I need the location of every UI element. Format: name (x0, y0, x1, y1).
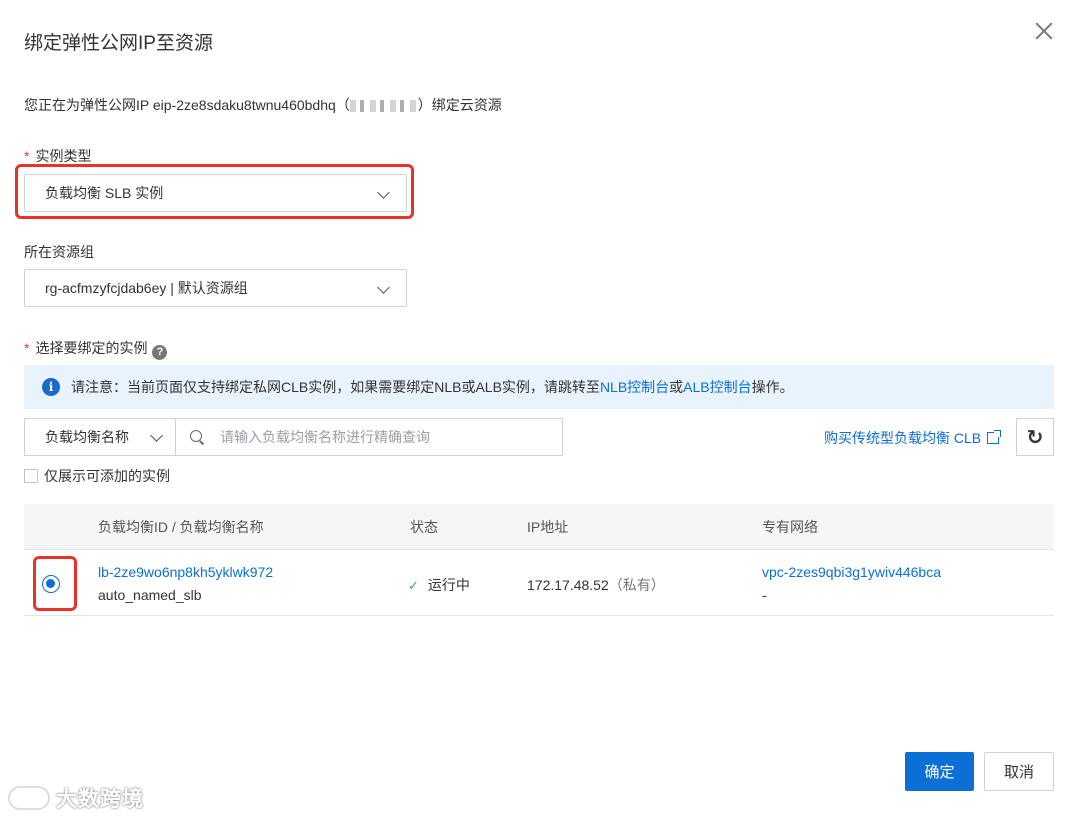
refresh-button[interactable]: ↻ (1016, 418, 1054, 456)
info-icon: i (42, 378, 60, 396)
external-link-icon (987, 430, 1002, 444)
search-box (175, 418, 563, 456)
ip-note: （私有） (608, 577, 665, 593)
close-icon[interactable] (1031, 18, 1057, 44)
notice-banner: i 请注意：当前页面仅支持绑定私网CLB实例，如果需要绑定NLB或ALB实例，请… (24, 365, 1054, 409)
lb-id-link[interactable]: lb-2ze9wo6np8kh5yklwk972 (98, 564, 273, 580)
only-addable-label: 仅展示可添加的实例 (44, 468, 170, 484)
required-mark: * (24, 148, 30, 164)
table-row[interactable]: lb-2ze9wo6np8kh5yklwk972 auto_named_slb … (24, 550, 1054, 616)
alb-console-link[interactable]: ALB控制台 (683, 377, 751, 397)
instance-type-label: * 实例类型 (24, 146, 91, 166)
select-instance-label: * 选择要绑定的实例? (24, 338, 168, 360)
highlight-frame (15, 164, 414, 219)
column-header-vpc: 专有网络 (762, 518, 818, 535)
vpc-sub: - (762, 587, 767, 603)
instance-type-label-text: 实例类型 (35, 148, 92, 164)
table-header: 负载均衡ID / 负载均衡名称 状态 IP地址 专有网络 (24, 504, 1054, 550)
highlight-frame (33, 556, 77, 611)
chevron-down-icon (377, 281, 390, 294)
intro-suffix: ）绑定云资源 (417, 97, 502, 113)
masked-region (349, 100, 418, 113)
column-header-id: 负载均衡ID / 负载均衡名称 (98, 518, 264, 535)
required-mark: * (24, 340, 30, 356)
nlb-console-link[interactable]: NLB控制台 (600, 377, 669, 397)
instance-table: 负载均衡ID / 负载均衡名称 状态 IP地址 专有网络 lb-2ze9wo6n… (24, 504, 1054, 616)
intro-text: 您正在为弹性公网IP eip-2ze8sdaku8twnu460bdhq（ ）绑定… (24, 95, 502, 115)
resource-group-value: rg-acfmzyfcjdab6ey | 默认资源组 (45, 280, 248, 296)
column-header-status: 状态 (410, 518, 438, 535)
check-icon: ✓ (408, 578, 419, 593)
buy-clb-link-text: 购买传统型负载均衡 CLB (824, 430, 982, 446)
intro-prefix: 您正在为弹性公网IP eip-2ze8sdaku8twnu460bdhq（ (24, 97, 350, 113)
filter-field-select[interactable]: 负载均衡名称 (24, 418, 176, 456)
search-input[interactable] (220, 429, 540, 445)
watermark: 大数跨境 (8, 783, 144, 813)
notice-suffix: 操作。 (751, 379, 794, 395)
buy-clb-link[interactable]: 购买传统型负载均衡 CLB (824, 428, 1002, 448)
question-circle-icon[interactable]: ? (152, 345, 168, 360)
search-icon (190, 430, 204, 444)
ip-address: 172.17.48.52 (527, 577, 609, 593)
filter-field-value: 负载均衡名称 (45, 429, 129, 445)
status-cell: ✓ 运行中 (408, 575, 470, 595)
only-addable-checkbox-row[interactable]: 仅展示可添加的实例 (24, 466, 170, 486)
resource-group-label: 所在资源组 (24, 244, 94, 260)
chevron-down-icon (150, 429, 163, 442)
status-text: 运行中 (427, 577, 470, 593)
refresh-icon: ↻ (1026, 425, 1044, 449)
confirm-button[interactable]: 确定 (905, 752, 974, 791)
vpc-link[interactable]: vpc-2zes9qbi3g1ywiv446bca (762, 564, 941, 580)
cancel-button[interactable]: 取消 (984, 752, 1054, 791)
ip-cell: 172.17.48.52（私有） (527, 575, 665, 595)
only-addable-checkbox[interactable] (24, 469, 38, 483)
lb-name: auto_named_slb (98, 587, 202, 603)
watermark-logo-icon (8, 786, 50, 810)
notice-text: 请注意：当前页面仅支持绑定私网CLB实例，如果需要绑定NLB或ALB实例，请跳转… (71, 379, 600, 395)
column-header-ip: IP地址 (527, 518, 569, 535)
watermark-text: 大数跨境 (56, 788, 144, 811)
notice-middle: 或 (669, 379, 684, 395)
select-instance-label-text: 选择要绑定的实例 (35, 340, 148, 356)
resource-group-select[interactable]: rg-acfmzyfcjdab6ey | 默认资源组 (24, 269, 407, 307)
dialog-title: 绑定弹性公网IP至资源 (24, 33, 213, 54)
